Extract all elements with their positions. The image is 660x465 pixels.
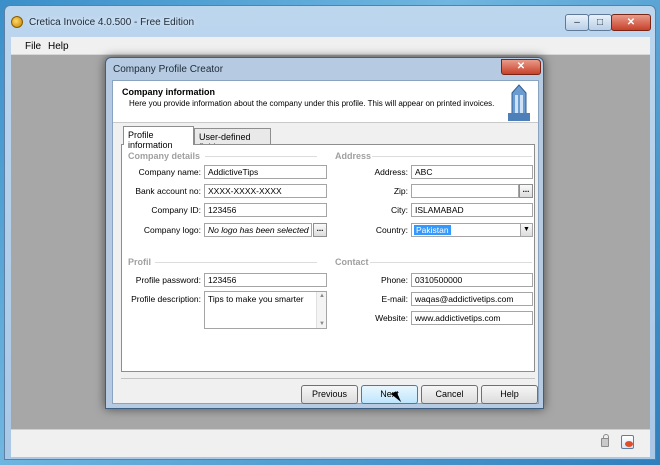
section-divider <box>372 156 532 157</box>
email-label: E-mail: <box>381 294 408 304</box>
minimize-button[interactable]: – <box>565 14 589 31</box>
dialog-close-button[interactable]: ✕ <box>501 59 541 75</box>
menu-help[interactable]: Help <box>48 41 69 52</box>
city-input[interactable]: ISLAMABAD <box>411 203 533 217</box>
section-divider <box>155 262 317 263</box>
profile-password-input[interactable]: 123456 <box>204 273 327 287</box>
section-divider <box>205 156 317 157</box>
previous-button[interactable]: Previous <box>301 385 358 404</box>
company-name-label: Company name: <box>138 167 201 177</box>
zip-browse-button[interactable]: ... <box>519 184 533 198</box>
app-title: Cretica Invoice 4.0.500 - Free Edition <box>29 17 195 28</box>
address-input[interactable]: ABC <box>411 165 533 179</box>
website-label: Website: <box>375 313 408 323</box>
zip-input[interactable] <box>411 184 519 198</box>
section-divider <box>370 262 532 263</box>
zip-label: Zip: <box>393 186 408 196</box>
maximize-button[interactable]: □ <box>588 14 612 31</box>
menu-file[interactable]: File <box>25 41 41 52</box>
footer-divider <box>121 378 535 379</box>
profile-description-text: Tips to make you smarter <box>208 294 304 304</box>
company-logo-input[interactable]: No logo has been selected <box>204 223 312 237</box>
chevron-down-icon[interactable]: ▼ <box>520 224 532 236</box>
header-title: Company information <box>122 87 216 97</box>
scroll-up-icon[interactable]: ▲ <box>319 293 325 299</box>
section-address: Address <box>335 151 372 161</box>
tab-profile-information[interactable]: Profile information <box>123 126 194 150</box>
section-profil: Profil <box>128 257 152 267</box>
close-button[interactable]: ✕ <box>611 14 651 31</box>
country-label: Country: <box>375 225 408 235</box>
menubar: File Help <box>11 37 650 55</box>
building-icon <box>508 84 530 121</box>
app-titlebar: Cretica Invoice 4.0.500 - Free Edition –… <box>5 6 655 34</box>
profile-description-label: Profile description: <box>131 294 201 304</box>
profile-information-panel: Company details Address Company name: Ad… <box>121 144 535 372</box>
help-button[interactable]: Help <box>481 385 538 404</box>
app-logo-icon <box>11 16 23 28</box>
logo-browse-button[interactable]: ... <box>313 223 327 237</box>
notes-icon[interactable] <box>621 435 634 449</box>
section-contact: Contact <box>335 257 369 267</box>
scroll-down-icon[interactable]: ▼ <box>319 321 325 327</box>
next-button[interactable]: Next <box>361 385 418 404</box>
company-profile-dialog: Company Profile Creator ✕ Company inform… <box>105 57 544 409</box>
bank-account-input[interactable]: XXXX-XXXX-XXXX <box>204 184 327 198</box>
lock-icon <box>601 434 609 447</box>
dialog-title: Company Profile Creator <box>113 64 224 75</box>
company-id-label: Company ID: <box>151 205 201 215</box>
address-label: Address: <box>374 167 408 177</box>
company-logo-label: Company logo: <box>143 225 201 235</box>
country-selected-value: Pakistan <box>414 225 451 235</box>
phone-label: Phone: <box>381 275 408 285</box>
company-id-input[interactable]: 123456 <box>204 203 327 217</box>
email-input[interactable]: waqas@addictivetips.com <box>411 292 533 306</box>
website-input[interactable]: www.addictivetips.com <box>411 311 533 325</box>
city-label: City: <box>391 205 408 215</box>
tab-user-defined-fields[interactable]: User-defined fields <box>194 128 271 152</box>
status-bar <box>11 429 650 457</box>
cancel-button[interactable]: Cancel <box>421 385 478 404</box>
dialog-header: Company information Here you provide inf… <box>113 81 538 123</box>
dialog-body: Company information Here you provide inf… <box>112 80 539 405</box>
country-select[interactable]: Pakistan ▼ <box>411 223 533 237</box>
company-name-input[interactable]: AddictiveTips <box>204 165 327 179</box>
profile-description-textarea[interactable]: Tips to make you smarter ▲ ▼ <box>204 291 327 329</box>
header-description: Here you provide information about the c… <box>129 99 495 108</box>
textarea-scrollbar[interactable]: ▲ ▼ <box>316 292 326 328</box>
section-company-details: Company details <box>128 151 201 161</box>
profile-password-label: Profile password: <box>135 275 201 285</box>
phone-input[interactable]: 0310500000 <box>411 273 533 287</box>
bank-account-label: Bank account no: <box>135 186 201 196</box>
